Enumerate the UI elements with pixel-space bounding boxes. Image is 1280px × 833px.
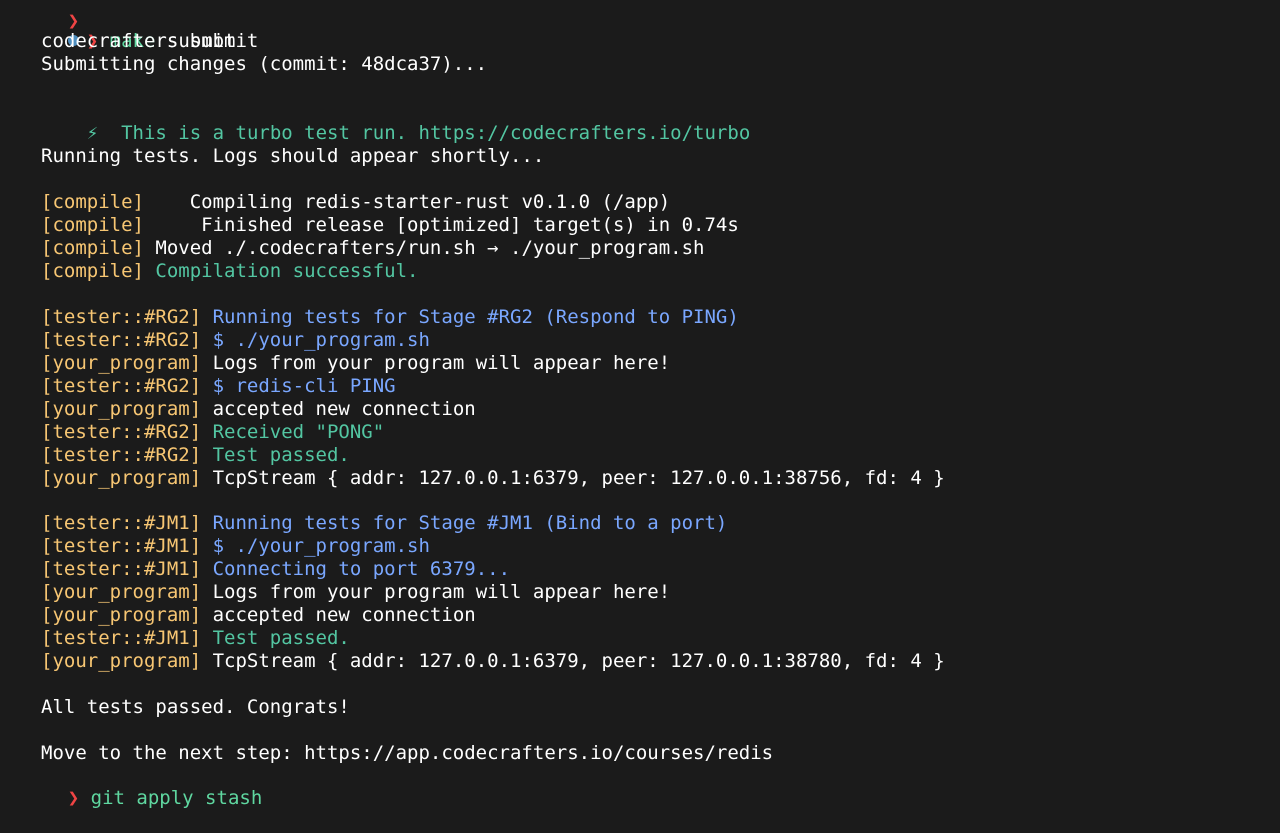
- log-tag: [tester::#JM1]: [41, 535, 202, 557]
- log-tag: [tester::#RG2]: [41, 421, 202, 443]
- log-tag: [your_program]: [41, 581, 202, 603]
- next-prompt-fragment: ❯ git apply stash: [22, 764, 263, 809]
- log-message: Compilation successful.: [143, 260, 419, 282]
- stage-log-line: [tester::#RG2] Received "PONG": [41, 421, 384, 444]
- stage-log-line: [your_program] Logs from your program wi…: [41, 581, 670, 604]
- log-message: Received "PONG": [201, 421, 385, 443]
- log-tag: [tester::#JM1]: [41, 627, 202, 649]
- log-message: Finished release [optimized] target(s) i…: [143, 214, 739, 236]
- prompt-arrow-icon: ❯: [67, 787, 80, 809]
- log-tag: [tester::#JM1]: [41, 558, 202, 580]
- log-tag: [your_program]: [41, 352, 202, 374]
- log-tag: [tester::#RG2]: [41, 329, 202, 351]
- stage-log-line: [tester::#JM1] $ ./your_program.sh: [41, 535, 430, 558]
- log-message: Running tests for Stage #JM1 (Bind to a …: [201, 512, 728, 534]
- log-tag: [compile]: [41, 214, 144, 236]
- log-message: $ ./your_program.sh: [201, 535, 430, 557]
- output-line: codecrafters submit: [41, 30, 259, 52]
- compile-log-line: [compile] Compiling redis-starter-rust v…: [41, 191, 670, 214]
- log-message: TcpStream { addr: 127.0.0.1:6379, peer: …: [201, 650, 945, 672]
- log-message: accepted new connection: [201, 604, 476, 626]
- prompt-line: ❯ make submit: [22, 7, 236, 52]
- log-tag: [your_program]: [41, 467, 202, 489]
- log-tag: [your_program]: [41, 650, 202, 672]
- log-message: Test passed.: [201, 627, 350, 649]
- running-tests-text: Running tests. Logs should appear shortl…: [41, 145, 545, 167]
- next-step-text: Move to the next step: https://app.codec…: [41, 742, 774, 764]
- compile-log-line: [compile] Compilation successful.: [41, 260, 419, 283]
- stage-log-line: [your_program] TcpStream { addr: 127.0.0…: [41, 467, 945, 490]
- log-message: Logs from your program will appear here!: [201, 581, 671, 603]
- compile-log-line: [compile] Finished release [optimized] t…: [41, 214, 739, 237]
- output-line: Submitting changes (commit: 48dca37)...: [41, 53, 488, 75]
- stage-log-line: [your_program] TcpStream { addr: 127.0.0…: [41, 650, 945, 673]
- log-message: Connecting to port 6379...: [201, 558, 511, 580]
- stage-log-line: [tester::#JM1] Test passed.: [41, 627, 350, 650]
- log-message: Running tests for Stage #RG2 (Respond to…: [201, 306, 739, 328]
- stage-log-line: [your_program] Logs from your program wi…: [41, 352, 670, 375]
- stage-log-line: [tester::#JM1] Connecting to port 6379..…: [41, 558, 510, 581]
- log-tag: [tester::#RG2]: [41, 375, 202, 397]
- log-message: Test passed.: [201, 444, 350, 466]
- stage-log-line: [tester::#RG2] Test passed.: [41, 444, 350, 467]
- turbo-notice-text: This is a turbo test run. https://codecr…: [121, 122, 751, 144]
- log-message: Compiling redis-starter-rust v0.1.0 (/ap…: [143, 191, 671, 213]
- compile-log-line: [compile] Moved ./.codecrafters/run.sh →…: [41, 237, 704, 260]
- lightning-bolt-icon: ⚡: [86, 122, 99, 144]
- next-command: git apply stash: [90, 787, 263, 809]
- stage-log-line: [your_program] accepted new connection: [41, 398, 476, 421]
- log-tag: [your_program]: [41, 604, 202, 626]
- log-tag: [tester::#RG2]: [41, 306, 202, 328]
- log-tag: [compile]: [41, 191, 144, 213]
- log-tag: [compile]: [41, 237, 144, 259]
- log-tag: [compile]: [41, 260, 144, 282]
- log-tag: [tester::#JM1]: [41, 512, 202, 534]
- stage-log-line: [your_program] accepted new connection: [41, 604, 476, 627]
- turbo-notice: ⚡ This is a turbo test run. https://code…: [41, 99, 751, 144]
- stage-log-line: [tester::#RG2] $ ./your_program.sh: [41, 329, 430, 352]
- log-message: $ redis-cli PING: [201, 375, 396, 397]
- log-message: TcpStream { addr: 127.0.0.1:6379, peer: …: [201, 467, 945, 489]
- all-tests-passed-text: All tests passed. Congrats!: [41, 696, 350, 718]
- log-message: accepted new connection: [201, 398, 476, 420]
- stage-log-line: [tester::#RG2] Running tests for Stage #…: [41, 306, 739, 329]
- log-message: Logs from your program will appear here!: [201, 352, 671, 374]
- log-tag: [your_program]: [41, 398, 202, 420]
- stage-log-line: [tester::#JM1] Running tests for Stage #…: [41, 512, 727, 535]
- terminal-window[interactable]: ❯ ❯ make submit codecrafters submit Subm…: [0, 0, 1280, 809]
- log-message: $ ./your_program.sh: [201, 329, 430, 351]
- stage-log-line: [tester::#RG2] $ redis-cli PING: [41, 375, 396, 398]
- log-tag: [tester::#RG2]: [41, 444, 202, 466]
- log-message: Moved ./.codecrafters/run.sh → ./your_pr…: [143, 237, 705, 259]
